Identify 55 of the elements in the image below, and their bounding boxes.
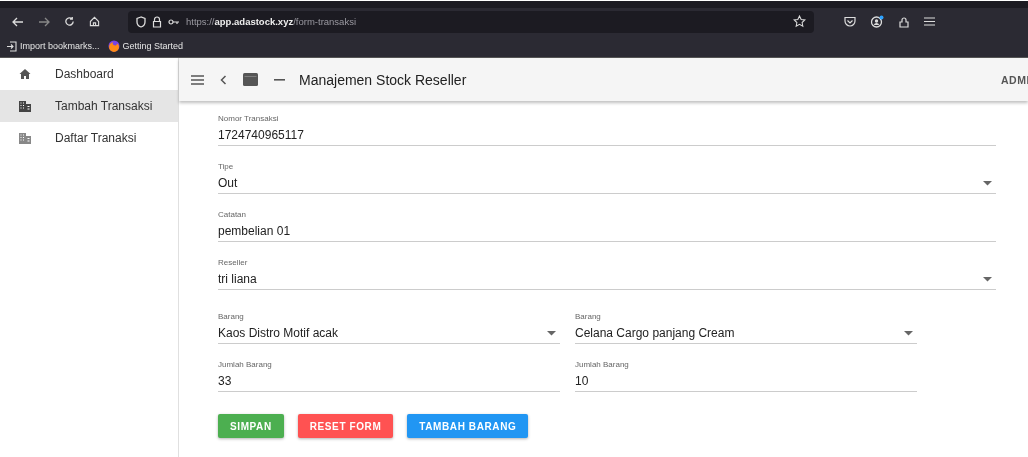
select-field[interactable]: Tipe Out <box>218 160 996 194</box>
extensions-icon[interactable] <box>898 15 910 28</box>
sidebar-item[interactable]: Daftar Tranaksi <box>0 122 178 154</box>
field-label: Tipe <box>218 161 235 173</box>
field-value: Out <box>218 176 238 190</box>
input-field[interactable]: Jumlah Barang 10 <box>575 358 917 392</box>
home-icon[interactable] <box>89 16 100 27</box>
account-icon[interactable] <box>870 15 884 28</box>
field-value: pembelian 01 <box>218 224 291 238</box>
key-icon <box>168 17 180 26</box>
lock-icon <box>152 15 162 28</box>
shield-icon <box>136 15 146 28</box>
field-value: 10 <box>575 374 589 388</box>
building-icon <box>19 100 31 112</box>
input-field[interactable]: Jumlah Barang 33 <box>218 358 560 392</box>
dropdown-caret-icon <box>547 330 556 336</box>
sidebar-item[interactable]: Dashboard <box>0 58 178 90</box>
sidebar-item[interactable]: Tambah Transaksi <box>0 90 178 122</box>
field-label: Barang <box>218 311 245 323</box>
field-value: tri liana <box>218 272 257 286</box>
field-label: Jumlah Barang <box>218 359 273 371</box>
field-label: Jumlah Barang <box>575 359 630 371</box>
import-icon <box>6 40 17 52</box>
select-field[interactable]: Barang Celana Cargo panjang Cream <box>575 310 917 344</box>
dropdown-caret-icon <box>983 180 992 186</box>
window-icon <box>243 73 258 86</box>
select-field[interactable]: Reseller tri liana <box>218 256 996 290</box>
dash-icon <box>274 78 285 81</box>
input-field[interactable]: Catatan pembelian 01 <box>218 208 996 242</box>
globe-icon <box>107 40 120 52</box>
forward-icon[interactable] <box>38 16 50 27</box>
home-icon <box>19 68 31 80</box>
back-icon[interactable] <box>12 16 24 27</box>
back-chevron-icon[interactable] <box>220 74 227 85</box>
field-value: 1724740965117 <box>218 128 304 142</box>
field-value: Kaos Distro Motif acak <box>218 326 339 340</box>
dropdown-caret-icon <box>983 276 992 282</box>
bookmark-link[interactable]: Getting Started <box>107 40 184 52</box>
field-label: Reseller <box>218 257 249 269</box>
reload-icon[interactable] <box>64 16 75 27</box>
page-title: Manajemen Stock Reseller <box>299 71 467 88</box>
field-label: Barang <box>575 311 602 323</box>
address-bar[interactable]: https://app.adastock.xyz/form-transaksi <box>128 10 814 33</box>
select-field[interactable]: Barang Kaos Distro Motif acak <box>218 310 560 344</box>
building-icon <box>19 132 31 144</box>
input-field[interactable]: Nomor Transaksi 1724740965117 <box>218 112 996 146</box>
field-label: Catatan <box>218 209 248 221</box>
field-value: Celana Cargo panjang Cream <box>575 326 735 340</box>
field-value: 33 <box>218 374 232 388</box>
dropdown-caret-icon <box>904 330 913 336</box>
star-icon[interactable] <box>793 15 806 28</box>
field-label: Nomor Transaksi <box>218 113 280 125</box>
url-text: https://app.adastock.xyz/form-transaksi <box>186 16 356 27</box>
bookmark-link[interactable]: Import bookmarks... <box>6 40 100 52</box>
pocket-icon[interactable] <box>844 16 856 27</box>
